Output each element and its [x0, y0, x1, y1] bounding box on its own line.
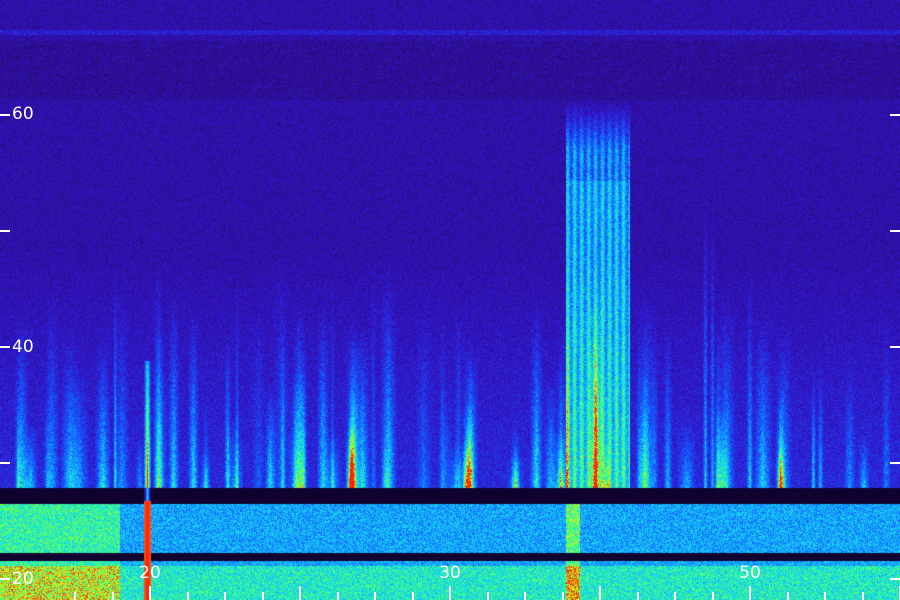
y-tick-left — [0, 578, 10, 580]
spectrogram-view: 60 40 20 20 30 50 — [0, 0, 900, 600]
x-label-20: 20 — [139, 563, 161, 583]
y-tick-left — [0, 346, 10, 348]
y-tick-right — [890, 114, 900, 116]
x-tick — [637, 592, 639, 600]
spectrogram-canvas — [0, 0, 900, 600]
x-tick — [187, 592, 189, 600]
x-tick — [712, 592, 714, 600]
y-tick-right — [890, 230, 900, 232]
x-tick — [674, 592, 676, 600]
y-label-60: 60 — [12, 104, 34, 124]
x-tick — [412, 592, 414, 600]
x-tick — [862, 592, 864, 600]
y-tick-left — [0, 114, 10, 116]
x-tick — [787, 592, 789, 600]
y-label-40: 40 — [12, 337, 34, 357]
y-tick-right — [890, 578, 900, 580]
x-tick — [562, 592, 564, 600]
x-tick — [337, 592, 339, 600]
x-tick — [449, 586, 451, 600]
x-tick — [262, 592, 264, 600]
x-tick — [487, 592, 489, 600]
x-label-50: 50 — [739, 563, 761, 583]
y-tick-right — [890, 462, 900, 464]
y-label-20: 20 — [12, 569, 34, 589]
x-tick — [224, 592, 226, 600]
x-tick — [112, 592, 114, 600]
x-tick — [524, 592, 526, 600]
y-tick-left — [0, 462, 10, 464]
x-tick — [149, 586, 151, 600]
x-tick — [374, 592, 376, 600]
y-tick-right — [890, 346, 900, 348]
x-tick — [74, 592, 76, 600]
y-tick-left — [0, 230, 10, 232]
x-label-30: 30 — [439, 563, 461, 583]
x-tick — [299, 586, 301, 600]
x-tick — [599, 586, 601, 600]
x-tick — [749, 586, 751, 600]
x-tick — [824, 592, 826, 600]
